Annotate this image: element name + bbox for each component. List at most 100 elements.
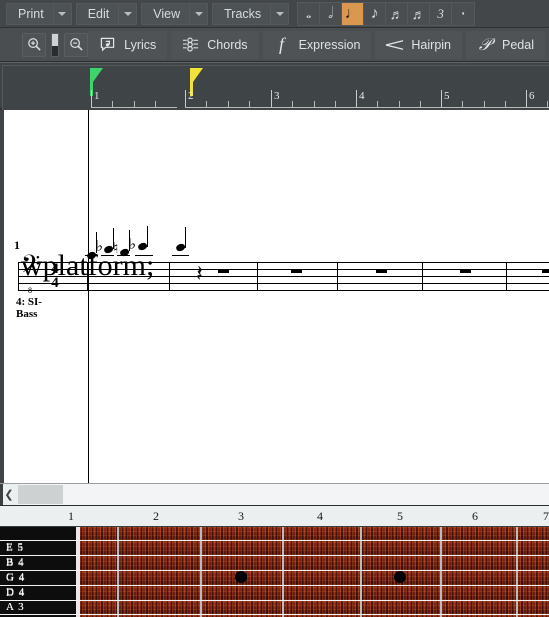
playhead-cursor[interactable] <box>88 110 89 483</box>
beat-tick <box>292 101 293 108</box>
measure-line <box>526 90 527 108</box>
menu-button-tracks[interactable]: Tracks <box>212 2 290 25</box>
barline <box>18 262 19 291</box>
string-label-B4: B 4 <box>6 556 25 568</box>
duration-eighth-note-button[interactable]: ♪ <box>364 2 387 25</box>
chords-label: Chords <box>207 37 248 52</box>
duration-quarter-note-button[interactable]: ♩ <box>342 2 365 25</box>
menu-button-view[interactable]: View <box>141 2 209 25</box>
whole-rest[interactable] <box>291 269 302 273</box>
ruler-measure-3[interactable]: 3 <box>271 86 357 108</box>
fretboard[interactable]: E 5 B 4 G 4 D 4 A 3 E 3 <box>0 527 549 617</box>
fretboard-panel[interactable]: 1 2 3 4 5 6 7 E 5 B 4 G 4 D 4 A 3 E 5 B … <box>0 506 549 617</box>
dot-icon: · <box>460 2 467 24</box>
measure-number: 1 <box>94 90 100 102</box>
accidental-flat[interactable]: ♭ <box>96 240 103 255</box>
clef-octave-8-label: 8 <box>28 286 32 295</box>
chevron-down-icon[interactable] <box>270 3 288 24</box>
fret-row-string-D4[interactable]: D 4 <box>0 585 549 600</box>
fret-row-top[interactable] <box>0 527 549 540</box>
horizontal-scrollbar[interactable]: ❮ <box>0 483 549 506</box>
beat-tick <box>134 101 135 108</box>
triplet-icon: 3 <box>437 5 444 21</box>
hairpin-icon <box>383 39 405 51</box>
scrollbar-thumb[interactable] <box>18 484 63 504</box>
lyrics-button[interactable]: Lyrics <box>88 30 168 59</box>
fret-marker-dot[interactable] <box>394 571 406 583</box>
string-line <box>0 585 549 586</box>
duration-dot-button[interactable]: · <box>452 3 474 25</box>
ruler-measure-1[interactable]: 1 <box>91 86 177 108</box>
quarter-rest[interactable]: 𝄽 <box>196 262 203 285</box>
chords-button[interactable]: Chords <box>171 30 259 59</box>
menu-label: View <box>153 6 181 21</box>
ruler-measure-4[interactable]: 4 <box>356 86 442 108</box>
scrollbar-left-edge <box>0 484 3 505</box>
duration-sixteenth-note-button[interactable]: ♬ <box>386 2 409 25</box>
beat-tick <box>547 101 548 108</box>
string-line <box>0 600 549 601</box>
chevron-down-icon[interactable] <box>189 3 207 24</box>
ruler-measure-6[interactable]: 6 <box>526 86 549 108</box>
beat-tick <box>505 101 506 108</box>
beat-tick <box>314 101 315 108</box>
fret-wood <box>76 540 549 555</box>
expression-button[interactable]: f Expression <box>262 30 372 59</box>
measure-number: 6 <box>529 90 535 102</box>
beat-tick <box>420 101 421 108</box>
music-notation-app: Print Edit View Tracks 𝅝 𝅗𝅥 ♩ ♪ ♬ ♬ 3 · L… <box>0 0 549 617</box>
measure-number: 2 <box>188 90 194 102</box>
zoom-in-icon[interactable] <box>22 32 46 57</box>
duration-half-note-button[interactable]: 𝅗𝅥 <box>320 2 343 25</box>
whole-rest[interactable] <box>218 269 229 273</box>
fret-marker-dot[interactable] <box>235 571 247 583</box>
ruler-measure-2[interactable]: 2 <box>185 86 271 108</box>
fret-row-string-A3[interactable]: A 3 <box>0 600 549 614</box>
fret-number: 4 <box>317 509 323 523</box>
whole-rest[interactable] <box>460 269 471 273</box>
ruler-measure-5[interactable]: 5 <box>441 86 527 108</box>
pedal-button[interactable]: 𝒫 Pedal <box>466 30 545 59</box>
beat-tick <box>228 101 229 108</box>
chevron-down-icon[interactable] <box>118 3 136 24</box>
zoom-slider[interactable] <box>51 32 59 57</box>
chevron-down-icon[interactable] <box>52 3 71 24</box>
fret-wood <box>76 527 549 540</box>
staff-line <box>18 283 549 284</box>
accidental-flat[interactable]: ♭ <box>129 238 136 253</box>
main-toolbar: Print Edit View Tracks 𝅝 𝅗𝅥 ♩ ♪ ♬ ♬ 3 · <box>0 0 549 28</box>
beat-tick <box>484 101 485 108</box>
fret-row-string-B4[interactable]: B 4 <box>0 555 549 570</box>
half-note-icon: 𝅗𝅥 <box>328 4 334 22</box>
string-label-E5: E 5 <box>6 541 24 553</box>
fret-wood <box>76 600 549 614</box>
duration-triplet-button[interactable]: 3 <box>430 2 453 25</box>
whole-note-icon: 𝅝 <box>306 5 312 21</box>
fret-row-string-E5[interactable]: E 5 <box>0 540 549 555</box>
menu-button-print[interactable]: Print <box>6 2 72 25</box>
zoom-out-icon[interactable] <box>64 32 88 57</box>
fret-wood <box>76 585 549 600</box>
string-label-A3: A 3 <box>6 601 25 613</box>
duration-whole-note-button[interactable]: 𝅝 <box>298 2 321 25</box>
beat-tick <box>249 101 250 108</box>
hairpin-button[interactable]: Hairpin <box>375 30 463 59</box>
pedal-icon: 𝒫 <box>478 34 492 54</box>
loop-start-flag <box>93 68 103 82</box>
score-canvas[interactable]: 1 wplatform; 𝄢 8 4 4 4: SI- Bass ♭ ♮ ♭ 𝄽 <box>0 110 549 483</box>
timeline-ruler[interactable]: 1 2 3 4 5 6 <box>2 65 549 110</box>
whole-rest[interactable] <box>542 269 549 273</box>
thirtysecond-note-icon: ♬ <box>411 5 426 22</box>
fret-wood <box>76 555 549 570</box>
menu-button-edit[interactable]: Edit <box>75 2 138 25</box>
whole-rest[interactable] <box>376 269 387 273</box>
staff-system[interactable]: wplatform; 𝄢 8 4 4 4: SI- Bass ♭ ♮ ♭ 𝄽 <box>4 110 549 483</box>
scrollbar-track[interactable] <box>18 483 549 505</box>
string-line <box>0 540 549 541</box>
barline <box>169 262 170 291</box>
zoom-slider-thumb[interactable] <box>52 33 58 46</box>
loop-end-flag <box>193 68 203 82</box>
measure-line <box>441 90 442 108</box>
duration-thirtysecond-note-button[interactable]: ♬ <box>408 2 431 25</box>
fret-row-string-G4[interactable]: G 4 <box>0 570 549 585</box>
